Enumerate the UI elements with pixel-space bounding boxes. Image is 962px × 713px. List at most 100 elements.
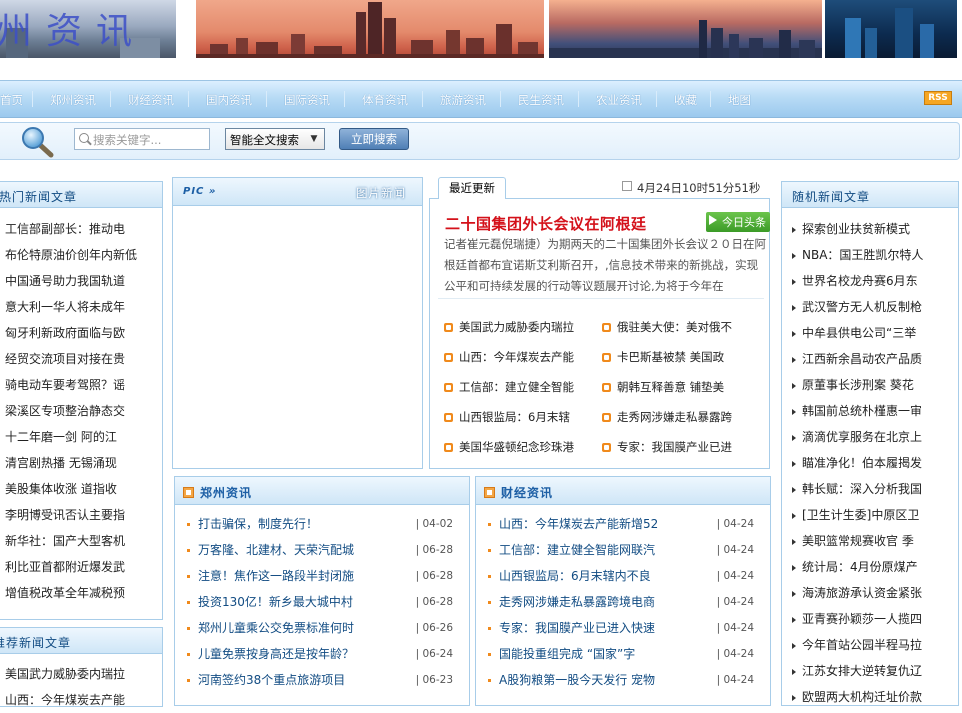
list-item[interactable]: 滴滴优享服务在北京上 xyxy=(792,424,954,450)
search-bar: 搜索关键字... 智能全文搜索 ▼ 立即搜索 xyxy=(0,122,960,160)
list-item[interactable]: 投资130亿！新乡最大城中村 | 06-28 xyxy=(181,589,465,615)
list-item[interactable]: 武汉警方无人机反制枪 xyxy=(792,294,954,320)
list-item[interactable]: 布伦特原油价创年内新低 xyxy=(5,242,155,268)
nav-domestic[interactable]: 国内资讯 xyxy=(206,92,252,108)
nav-home[interactable]: 首页 xyxy=(0,92,23,108)
list-item[interactable]: 探索创业扶贫新模式 xyxy=(792,216,954,242)
list-item[interactable]: 朝韩互释善意 铺垫美 xyxy=(602,379,724,395)
zhengzhou-news-panel: 郑州资讯 打击骗保，制度先行！ | 04-02 万客隆、北建材、天荣汽配城 | 06… xyxy=(174,476,470,706)
finance-news-list: 山西：今年煤炭去产能新增52 | 04-24 工信部：建立健全智能网联汽 | 04-… xyxy=(482,511,766,693)
list-item[interactable]: 匈牙利新政府面临与欧 xyxy=(5,320,155,346)
nav-map[interactable]: 地图 xyxy=(728,92,751,108)
list-item[interactable]: 韩长赋：深入分析我国 xyxy=(792,476,954,502)
current-datetime: 4月24日10时51分51秒 xyxy=(637,181,761,195)
list-item[interactable]: 十二年磨一剑 阿的江 xyxy=(5,424,155,450)
nav-zhengzhou[interactable]: 郑州资讯 xyxy=(50,92,96,108)
list-item[interactable]: 工信部：建立健全智能网联汽 | 04-24 xyxy=(482,537,766,563)
list-item[interactable]: 江苏女排大逆转复仇辽 xyxy=(792,658,954,684)
list-item[interactable]: 欧盟两大机构迁址价款 xyxy=(792,684,954,710)
list-item[interactable]: 俄驻美大使：美对俄不 xyxy=(602,319,732,335)
picture-news-panel: PIC » 图片新闻 xyxy=(172,177,423,469)
nav-livelihood[interactable]: 民生资讯 xyxy=(518,92,564,108)
section-icon xyxy=(183,487,194,498)
tab-latest[interactable]: 最近更新 xyxy=(438,177,506,199)
list-item[interactable]: 骑电动车要考驾照？谣 xyxy=(5,372,155,398)
list-item[interactable]: 万客隆、北建材、天荣汽配城 | 06-28 xyxy=(181,537,465,563)
list-item[interactable]: 郑州儿童乘公交免票标准何时 | 06-26 xyxy=(181,615,465,641)
headline-title[interactable]: 二十国集团外长会议在阿根廷 xyxy=(445,213,647,234)
list-item[interactable]: 专家：我国膜产业已进 xyxy=(602,439,732,455)
picture-news-title: 图片新闻 xyxy=(356,186,406,200)
recommend-news-title: 推荐新闻文章 xyxy=(0,636,72,650)
nav-sports[interactable]: 体育资讯 xyxy=(362,92,408,108)
list-item[interactable]: 山西：今年煤炭去产能新增52 | 04-24 xyxy=(482,511,766,537)
nav-travel[interactable]: 旅游资讯 xyxy=(440,92,486,108)
list-item[interactable]: 经贸交流项目对接在贵 xyxy=(5,346,155,372)
list-item[interactable]: 美国武力威胁委内瑞拉 xyxy=(444,319,574,335)
list-item[interactable]: 今年首站公园半程马拉 xyxy=(792,632,954,658)
recommend-news-panel: 推荐新闻文章 美国武力威胁委内瑞拉 山西：今年煤炭去产能 xyxy=(0,627,163,707)
news-icon xyxy=(602,353,611,362)
list-item[interactable]: 江西新余昌动农产品质 xyxy=(792,346,954,372)
list-item[interactable]: NBA：国王胜凯尔特人 xyxy=(792,242,954,268)
calendar-icon xyxy=(622,181,632,191)
list-item[interactable]: 美股集体收涨 道指收 xyxy=(5,476,155,502)
list-item[interactable]: 河南签约38个重点旅游项目 | 06-23 xyxy=(181,667,465,693)
list-item[interactable]: 山西：今年煤炭去产能 xyxy=(444,349,574,365)
news-icon xyxy=(602,323,611,332)
list-item[interactable]: 世界名校龙舟赛6月东 xyxy=(792,268,954,294)
list-item[interactable]: 梁溪区专项整治静态交 xyxy=(5,398,155,424)
list-item[interactable]: 山西：今年煤炭去产能 xyxy=(5,687,155,713)
site-logo-text: 州资讯 xyxy=(0,11,147,52)
list-item[interactable]: 利比亚首都附近爆发武 xyxy=(5,554,155,580)
hot-news-list: 工信部副部长：推动电 布伦特原油价创年内新低 中国通号助力我国轨道 意大利一华人… xyxy=(5,216,155,606)
section-icon xyxy=(484,487,495,498)
list-item[interactable]: 打击骗保，制度先行！ | 04-02 xyxy=(181,511,465,537)
rss-icon[interactable]: RSS xyxy=(924,91,952,105)
list-item[interactable]: 美职篮常规赛收官 季 xyxy=(792,528,954,554)
list-item[interactable]: 山西银监局：6月末辖内不良 | 04-24 xyxy=(482,563,766,589)
banner-image-1: 州资讯 xyxy=(0,0,176,58)
banner-image-2 xyxy=(196,0,544,58)
list-item[interactable]: 走秀网涉嫌走私暴露跨 xyxy=(602,409,732,425)
list-item[interactable]: 海涛旅游承认资金紧张 xyxy=(792,580,954,606)
list-item[interactable]: 清宫剧热播 无锡涌现 xyxy=(5,450,155,476)
list-item[interactable]: 注意！焦作这一路段半封闭施 | 06-28 xyxy=(181,563,465,589)
list-item[interactable]: 瞄准净化！伯本履揭发 xyxy=(792,450,954,476)
list-item[interactable]: 专家：我国膜产业已进入快速 | 04-24 xyxy=(482,615,766,641)
list-item[interactable]: 工信部：建立健全智能 xyxy=(444,379,574,395)
headline-summary: 记者崔元磊倪瑞捷）为期两天的二十国集团外长会议２０日在阿根廷首都布宜诺斯艾利斯召… xyxy=(444,237,766,291)
search-mode-select[interactable]: 智能全文搜索 ▼ xyxy=(225,128,325,150)
search-input[interactable]: 搜索关键字... xyxy=(74,128,210,150)
list-item[interactable]: 山西银监局：6月末辖 xyxy=(444,409,570,425)
list-item[interactable]: 美国华盛顿纪念珍珠港 xyxy=(444,439,574,455)
list-item[interactable]: 意大利一华人将未成年 xyxy=(5,294,155,320)
list-item[interactable]: 国能投重组完成 “国家”字 | 04-24 xyxy=(482,641,766,667)
list-item[interactable]: 儿童免票按身高还是按年龄？ | 06-24 xyxy=(181,641,465,667)
news-icon xyxy=(602,383,611,392)
nav-finance[interactable]: 财经资讯 xyxy=(128,92,174,108)
random-news-title: 随机新闻文章 xyxy=(792,190,871,204)
list-item[interactable]: 中牟县供电公司“三举 xyxy=(792,320,954,346)
nav-favorites[interactable]: 收藏 xyxy=(674,92,697,108)
nav-international[interactable]: 国际资讯 xyxy=(284,92,330,108)
finance-news-panel: 财经资讯 山西：今年煤炭去产能新增52 | 04-24 工信部：建立健全智能网联汽… xyxy=(475,476,771,706)
news-icon xyxy=(444,353,453,362)
list-item[interactable]: 韩国前总统朴槿惠一审 xyxy=(792,398,954,424)
list-item[interactable]: 李明博受讯否认主要指 xyxy=(5,502,155,528)
list-item[interactable]: 卡巴斯基被禁 美国政 xyxy=(602,349,724,365)
list-item[interactable]: 增值税改革全年减税预 xyxy=(5,580,155,606)
list-item[interactable]: 走秀网涉嫌走私暴露跨境电商 | 04-24 xyxy=(482,589,766,615)
search-button[interactable]: 立即搜索 xyxy=(339,128,409,150)
list-item[interactable]: [卫生计生委]中原区卫 xyxy=(792,502,954,528)
list-item[interactable]: 统计局：4月份原煤产 xyxy=(792,554,954,580)
list-item[interactable]: 亚青赛孙颖莎一人揽四 xyxy=(792,606,954,632)
list-item[interactable]: A股狗粮第一股今天发行 宠物 | 04-24 xyxy=(482,667,766,693)
list-item[interactable]: 中国通号助力我国轨道 xyxy=(5,268,155,294)
list-item[interactable]: 原董事长涉刑案 葵花 xyxy=(792,372,954,398)
list-item[interactable]: 新华社：国产大型客机 xyxy=(5,528,155,554)
nav-agriculture[interactable]: 农业资讯 xyxy=(596,92,642,108)
list-item[interactable]: 美国武力威胁委内瑞拉 xyxy=(5,661,155,687)
list-item[interactable]: 工信部副部长：推动电 xyxy=(5,216,155,242)
zhengzhou-news-list: 打击骗保，制度先行！ | 04-02 万客隆、北建材、天荣汽配城 | 06-28 注… xyxy=(181,511,465,693)
